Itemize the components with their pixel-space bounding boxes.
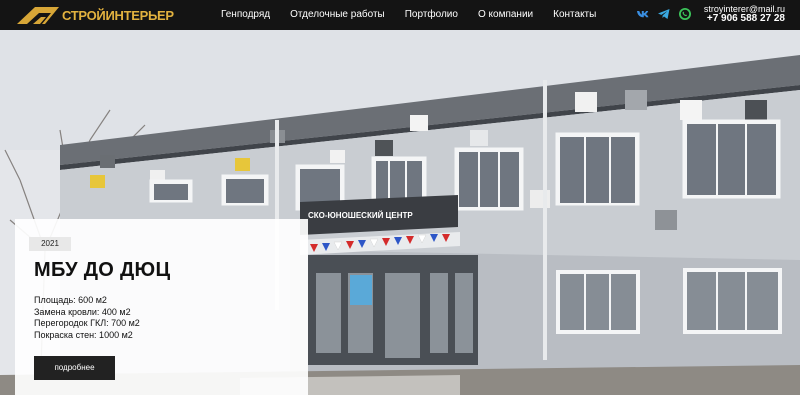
telegram-icon[interactable] (657, 7, 671, 21)
project-card: 2021 МБУ ДО ДЮЦ Площадь: 600 м2 Замена к… (15, 219, 308, 395)
spec-painting: Покраска стен: 1000 м2 (34, 329, 133, 340)
logo-icon[interactable] (15, 4, 61, 26)
project-title: МБУ ДО ДЮЦ (34, 259, 171, 281)
page-bottom (0, 395, 800, 418)
details-button[interactable]: подробнее (34, 356, 115, 380)
spec-area: Площадь: 600 м2 (34, 295, 107, 305)
spec-roof: Замена кровли: 400 м2 (34, 306, 131, 317)
whatsapp-icon[interactable] (678, 7, 692, 21)
main-nav: Генподряд Отделочные работы Портфолио О … (221, 9, 596, 20)
contact-phone[interactable]: +7 906 588 27 28 (707, 13, 785, 24)
nav-item-about[interactable]: О компании (478, 9, 533, 20)
hero-slider: СКО-ЮНОШЕСКИЙ ЦЕНТР 2021 МБУ ДО ДЮЦ Площ… (0, 30, 800, 395)
vk-icon[interactable] (636, 7, 650, 21)
nav-item-portfolio[interactable]: Портфолио (405, 9, 458, 20)
building-sign-text: СКО-ЮНОШЕСКИЙ ЦЕНТР (308, 211, 413, 220)
nav-item-contacts[interactable]: Контакты (553, 9, 596, 20)
nav-item-genpodryad[interactable]: Генподряд (221, 9, 270, 20)
logo-text[interactable]: СТРОЙИНТЕРЬЕР (62, 8, 174, 23)
nav-item-finishing[interactable]: Отделочные работы (290, 9, 385, 20)
spec-partitions: Перегородок ГКЛ: 700 м2 (34, 318, 140, 328)
site-header: СТРОЙИНТЕРЬЕР Генподряд Отделочные работ… (0, 0, 800, 30)
year-badge: 2021 (29, 237, 71, 251)
project-specs: Площадь: 600 м2 Замена кровли: 400 м2 Пе… (34, 295, 140, 341)
